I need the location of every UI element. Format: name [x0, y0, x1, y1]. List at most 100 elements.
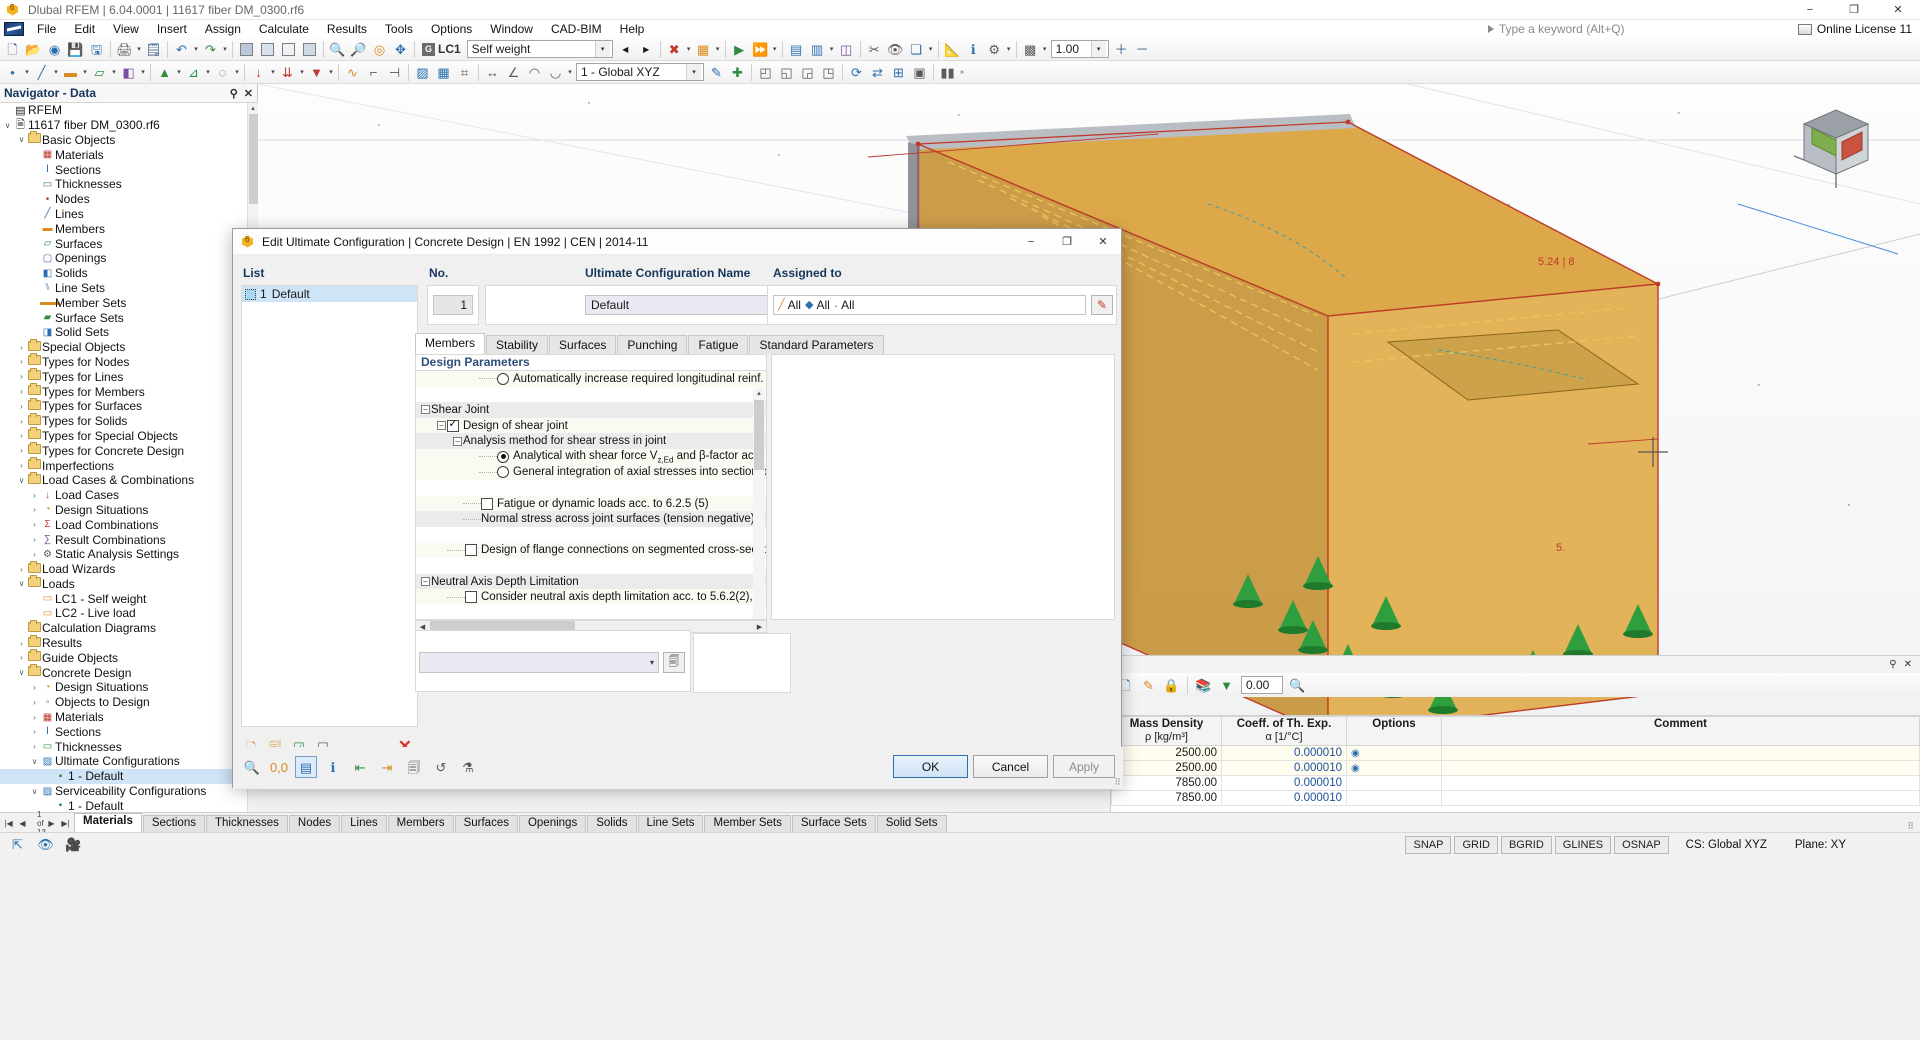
- toggle-osnap[interactable]: OSNAP: [1614, 836, 1669, 854]
- data-tab-surfaces[interactable]: Surfaces: [455, 815, 518, 832]
- print-icon[interactable]: 🖨: [114, 39, 135, 60]
- comment-library-button[interactable]: 🗐: [663, 652, 685, 673]
- menu-view[interactable]: View: [104, 21, 148, 37]
- menu-insert[interactable]: Insert: [148, 21, 196, 37]
- checkbox[interactable]: [465, 544, 477, 556]
- col-comment[interactable]: Comment: [1442, 717, 1920, 746]
- toggle-bgrid[interactable]: BGRID: [1501, 836, 1552, 854]
- table-lock-icon[interactable]: 🔒: [1161, 675, 1182, 696]
- member-tool-icon[interactable]: ▬: [60, 62, 81, 83]
- toggle-snap[interactable]: SNAP: [1405, 836, 1451, 854]
- results-display-icon[interactable]: ▤: [786, 39, 807, 60]
- support-line-dropdown-icon[interactable]: ▾: [204, 62, 212, 83]
- table-library-icon[interactable]: 📚: [1193, 675, 1214, 696]
- undo-icon[interactable]: ↶: [171, 39, 192, 60]
- checkbox[interactable]: [447, 420, 459, 432]
- node-tool-icon[interactable]: •: [2, 62, 23, 83]
- tree-row-analytical-with-shear-force-v[interactable]: Analytical with shear force Vz,Ed and β-…: [416, 449, 766, 465]
- tree-row-neutral-axis-depth-limitation[interactable]: –Neutral Axis Depth Limitation: [416, 574, 766, 590]
- cell-mass-density[interactable]: 2500.00: [1112, 745, 1222, 760]
- settings-icon[interactable]: ⚙: [984, 39, 1005, 60]
- navigator-item-line-sets[interactable]: ⑊Line Sets: [0, 281, 258, 296]
- delete-loads-icon[interactable]: ✖: [664, 39, 685, 60]
- tree-twisty[interactable]: –: [420, 405, 431, 414]
- navigator-item-design-situations[interactable]: ›◔Design Situations: [0, 503, 258, 518]
- render-mode-1-icon[interactable]: [236, 39, 257, 60]
- chevron-icon[interactable]: ∨: [16, 476, 27, 485]
- data-tab-solids[interactable]: Solids: [587, 815, 636, 832]
- navigator-item-types-for-solids[interactable]: ›Types for Solids: [0, 414, 258, 429]
- scroll-right-icon[interactable]: ▶: [753, 623, 766, 631]
- data-tab-openings[interactable]: Openings: [519, 815, 586, 832]
- navigator-item-lc1-self-weight[interactable]: ▭LC1 - Self weight: [0, 591, 258, 606]
- ok-button[interactable]: OK: [893, 755, 968, 778]
- navigator-item-lines[interactable]: ╱Lines: [0, 207, 258, 222]
- navigator-item-surface-sets[interactable]: ▰Surface Sets: [0, 310, 258, 325]
- menu-cad-bim[interactable]: CAD-BIM: [542, 21, 611, 37]
- chevron-icon[interactable]: ›: [16, 431, 27, 440]
- tab-members[interactable]: Members: [415, 333, 485, 354]
- navigator-item-thicknesses[interactable]: ▭Thicknesses: [0, 177, 258, 192]
- chevron-icon[interactable]: ›: [16, 639, 27, 648]
- chevron-down-icon[interactable]: ▾: [650, 658, 654, 667]
- chevron-icon[interactable]: ∨: [16, 579, 27, 588]
- table-edit-icon[interactable]: ✎: [1138, 675, 1159, 696]
- release-icon[interactable]: ⊣: [384, 62, 405, 83]
- wall-tool-icon[interactable]: ▮▮: [937, 62, 958, 83]
- chevron-icon[interactable]: ∨: [2, 121, 13, 130]
- resize-grip[interactable]: ⠿: [1907, 821, 1920, 832]
- navigator-item-loads[interactable]: ∨Loads: [0, 577, 258, 592]
- lc-next-icon[interactable]: ▶: [636, 39, 657, 60]
- navigator-root[interactable]: ▤ RFEM: [0, 103, 258, 118]
- checkbox[interactable]: [465, 591, 477, 603]
- mesh-icon[interactable]: ▨: [412, 62, 433, 83]
- tree-vertical-scrollbar[interactable]: ▲ ▼: [753, 388, 765, 620]
- apply-button[interactable]: Apply: [1053, 755, 1115, 778]
- navigator-item-lc2-live-load[interactable]: ▭LC2 - Live load: [0, 606, 258, 621]
- dim-dropdown-icon[interactable]: ▾: [566, 62, 574, 83]
- render-mode-4-icon[interactable]: [299, 39, 320, 60]
- delete-dropdown-icon[interactable]: ▾: [685, 39, 693, 60]
- chevron-icon[interactable]: ›: [16, 343, 27, 352]
- result-diagram-icon[interactable]: ◫: [836, 39, 857, 60]
- prev-page-icon[interactable]: ◀: [16, 819, 29, 828]
- no-input[interactable]: 1: [433, 295, 473, 315]
- dim-arc-icon[interactable]: ◡: [545, 62, 566, 83]
- zoom-out-icon[interactable]: －: [1132, 39, 1153, 60]
- navigator-item-results[interactable]: ›Results: [0, 636, 258, 651]
- scroll-up-icon[interactable]: ▲: [753, 388, 765, 400]
- navigator-project[interactable]: ∨ 🗎 11617 fiber DM_0300.rf6: [0, 118, 258, 133]
- menu-options[interactable]: Options: [422, 21, 481, 37]
- calculate-icon[interactable]: ▶: [729, 39, 750, 60]
- menu-calculate[interactable]: Calculate: [250, 21, 318, 37]
- redo-icon[interactable]: ↷: [200, 39, 221, 60]
- support-line-icon[interactable]: ⊿: [183, 62, 204, 83]
- chevron-icon[interactable]: ›: [16, 446, 27, 455]
- navigator-close-icon[interactable]: ✕: [244, 87, 253, 100]
- assigned-to-edit-button[interactable]: ✎: [1091, 295, 1113, 315]
- pan-icon[interactable]: ✥: [390, 39, 411, 60]
- cell-coeff-thermal-exp[interactable]: 0.000010: [1222, 775, 1347, 790]
- tree-twisty[interactable]: –: [420, 577, 431, 586]
- table-row[interactable]: 2500.000.000010◉: [1112, 745, 1920, 760]
- surface-dropdown-icon[interactable]: ▾: [110, 62, 118, 83]
- solid-tool-icon[interactable]: ◧: [118, 62, 139, 83]
- table-zoom-select[interactable]: 0.00: [1241, 676, 1283, 694]
- data-tab-nodes[interactable]: Nodes: [289, 815, 340, 832]
- radio-button[interactable]: [497, 373, 509, 385]
- menu-tools[interactable]: Tools: [376, 21, 422, 37]
- checkbox[interactable]: [481, 498, 493, 510]
- chevron-icon[interactable]: ›: [29, 505, 40, 514]
- save-icon[interactable]: 💾: [65, 39, 86, 60]
- cs-new-icon[interactable]: ✚: [727, 62, 748, 83]
- col-options[interactable]: Options: [1347, 717, 1442, 746]
- mirror-icon[interactable]: ⇄: [867, 62, 888, 83]
- group-icon[interactable]: ▣: [909, 62, 930, 83]
- chevron-down-icon[interactable]: ▾: [686, 64, 701, 80]
- tab-standard-parameters[interactable]: Standard Parameters: [749, 335, 883, 354]
- measure-icon[interactable]: 📐: [942, 39, 963, 60]
- info-help-icon[interactable]: ℹ: [322, 756, 344, 778]
- zoom-window-icon[interactable]: 🔍: [327, 39, 348, 60]
- results-table-icon[interactable]: ▥: [807, 39, 828, 60]
- grid-toggle-icon[interactable]: ▩: [1020, 39, 1041, 60]
